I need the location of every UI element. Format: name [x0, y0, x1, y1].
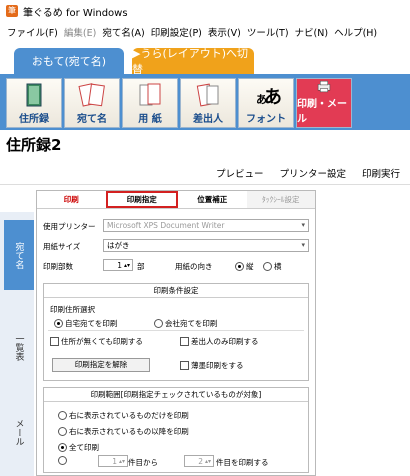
- window-title: 筆ぐるめ for Windows: [23, 7, 128, 19]
- tab-tack-seal[interactable]: ﾀｯｸｼｰﾙ設定: [246, 191, 315, 208]
- print-condition-group: 印刷条件設定 印刷住所選択 自宅宛てを印刷 会社宛てを印刷 住所が無くても印刷す…: [43, 283, 309, 381]
- vtab-address[interactable]: 宛て名: [4, 220, 34, 290]
- sender-card-icon: [196, 83, 219, 107]
- radio-off-icon: [154, 319, 163, 328]
- tab-print[interactable]: 印刷: [37, 191, 106, 208]
- radio-off-icon: [263, 262, 272, 271]
- printer-select[interactable]: Microsoft XPS Document Writer ▾: [103, 219, 309, 232]
- paper-icon: [139, 83, 161, 106]
- menu-help[interactable]: ヘルプ(H): [331, 25, 380, 39]
- spinner-arrows-icon: ▴▾: [123, 261, 130, 269]
- tab-print-spec[interactable]: 印刷指定: [105, 191, 178, 208]
- radio-range-shown-only[interactable]: 右に表示されているものだけを印刷: [58, 410, 189, 421]
- radio-range-from-shown[interactable]: 右に表示されているもの以降を印刷: [58, 426, 189, 437]
- action-links: プレビュー プリンター設定 印刷実行: [216, 166, 400, 180]
- spinner-arrows-icon: ▴▾: [204, 457, 211, 465]
- menu-view[interactable]: 表示(V): [205, 25, 244, 39]
- print-panel: 印刷 印刷指定 位置補正 ﾀｯｸｼｰﾙ設定 使用プリンター Microsoft …: [36, 190, 316, 476]
- spinner-arrows-icon: ▴▾: [118, 457, 125, 465]
- chevron-down-icon: ▾: [301, 241, 305, 249]
- svg-text:あ: あ: [264, 87, 281, 108]
- vtab-list[interactable]: 一覧表: [4, 312, 34, 382]
- address-book-icon: [26, 83, 42, 107]
- print-range-group: 印刷範囲[印刷指定チェックされているものが対象] 右に表示されているものだけを印…: [43, 387, 309, 473]
- radio-on-icon: [54, 319, 63, 328]
- group-title: 印刷条件設定: [44, 284, 308, 298]
- checkbox-icon: [50, 337, 59, 346]
- menu-print-settings[interactable]: 印刷設定(P): [148, 25, 205, 39]
- toolbar-font-button[interactable]: ああ フォント: [238, 78, 294, 128]
- range-from-suffix: 件目から: [128, 458, 158, 467]
- clear-print-spec-button[interactable]: 印刷指定を解除: [52, 358, 150, 372]
- range-to-stepper[interactable]: 2 ▴▾: [184, 455, 214, 467]
- toolbar-address-book-button[interactable]: 住所録: [6, 78, 62, 128]
- chevron-down-icon: ▾: [301, 221, 305, 229]
- tab-front-side[interactable]: おもて(宛て名): [14, 48, 124, 74]
- page-title: 住所録2: [6, 136, 62, 154]
- checkbox-print-no-address[interactable]: 住所が無くても印刷する: [50, 336, 143, 347]
- radio-off-icon: [58, 456, 67, 465]
- print-panel-tabs: 印刷 印刷指定 位置補正 ﾀｯｸｼｰﾙ設定: [37, 191, 315, 209]
- divider: [48, 330, 304, 331]
- app-icon: 筆: [6, 5, 18, 17]
- radio-range-count[interactable]: [58, 456, 69, 465]
- radio-on-icon: [235, 262, 244, 271]
- range-to-suffix: 件目を印刷する: [216, 458, 269, 467]
- printer-label: 使用プリンター: [43, 222, 96, 231]
- vtab-mail[interactable]: メール: [4, 402, 34, 462]
- group-title: 印刷範囲[印刷指定チェックされているものが対象]: [44, 388, 308, 402]
- radio-off-icon: [58, 427, 67, 436]
- radio-on-icon: [58, 443, 67, 452]
- paper-size-select[interactable]: はがき ▾: [103, 239, 309, 252]
- main-toolbar: 住所録 宛て名 用 紙 差出人 ああ フォント 印刷・メール: [0, 74, 410, 130]
- radio-off-icon: [58, 411, 67, 420]
- printer-settings-link[interactable]: プリンター設定: [279, 166, 346, 180]
- print-execute-link[interactable]: 印刷実行: [362, 166, 400, 180]
- checkbox-sender-only[interactable]: 差出人のみ印刷する: [180, 336, 259, 347]
- left-vertical-tabs: 宛て名 一覧表 メール: [0, 212, 34, 476]
- toolbar-address-button[interactable]: 宛て名: [64, 78, 120, 128]
- tab-position-adjust[interactable]: 位置補正: [178, 191, 247, 208]
- side-tab-strip: おもて(宛て名) ▶うら(レイアウト)へ切替: [0, 42, 410, 76]
- orientation-label: 用紙の向き: [175, 262, 213, 271]
- menu-edit[interactable]: 編集(E): [61, 25, 99, 39]
- divider: [0, 184, 410, 185]
- radio-company-address[interactable]: 会社宛てを印刷: [154, 318, 217, 329]
- menu-navi[interactable]: ナビ(N): [292, 25, 332, 39]
- font-icon: ああ: [256, 87, 281, 108]
- radio-range-all[interactable]: 全て印刷: [58, 442, 99, 453]
- radio-home-address[interactable]: 自宅宛てを印刷: [54, 318, 117, 329]
- copies-stepper[interactable]: 1 ▴▾: [103, 259, 133, 271]
- toolbar-paper-button[interactable]: 用 紙: [122, 78, 178, 128]
- range-from-stepper[interactable]: 1 ▴▾: [98, 455, 128, 467]
- orientation-landscape[interactable]: 横: [263, 261, 282, 272]
- paper-size-label: 用紙サイズ: [43, 242, 81, 251]
- checkbox-icon: [180, 337, 189, 346]
- menu-bar: ファイル(F) 編集(E) 宛て名(A) 印刷設定(P) 表示(V) ツール(T…: [0, 22, 410, 42]
- menu-address[interactable]: 宛て名(A): [99, 25, 147, 39]
- printer-icon: [317, 80, 331, 93]
- copies-label: 印刷部数: [43, 262, 73, 271]
- copies-unit: 部: [137, 262, 145, 271]
- checkbox-icon: [180, 361, 189, 370]
- tab-back-side-switch[interactable]: ▶うら(レイアウト)へ切替: [132, 47, 254, 76]
- title-bar: 筆 筆ぐるめ for Windows: [0, 0, 410, 22]
- toolbar-sender-button[interactable]: 差出人: [180, 78, 236, 128]
- postcard-icon: [78, 83, 105, 107]
- preview-link[interactable]: プレビュー: [216, 166, 264, 180]
- orientation-portrait[interactable]: 縦: [235, 261, 254, 272]
- address-select-label: 印刷住所選択: [50, 305, 95, 314]
- menu-file[interactable]: ファイル(F): [4, 25, 61, 39]
- toolbar-print-mail-button[interactable]: 印刷・メール: [296, 78, 352, 128]
- menu-tools[interactable]: ツール(T): [244, 25, 292, 39]
- checkbox-thin-ink[interactable]: 薄墨印刷をする: [180, 360, 244, 371]
